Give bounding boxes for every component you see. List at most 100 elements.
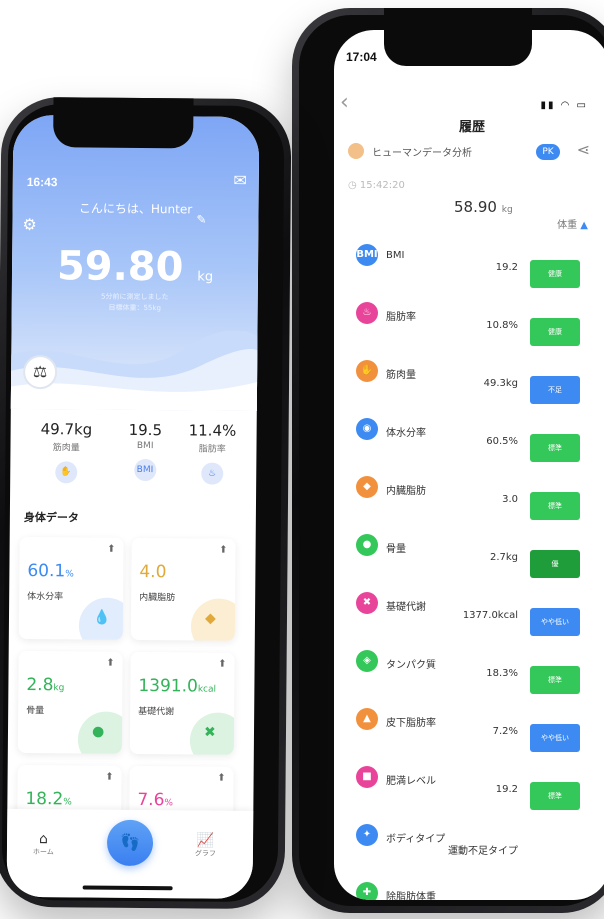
body-data-grid: ⬆ 60.1% 体水分率 💧 ⬆ 4.0 内臓脂肪 ◆ ⬆ 2.8kg 骨量 ● ⬆ 1391.0kcal…: [16, 536, 250, 869]
metric-row[interactable]: ✚除脂肪体重52.5kg: [334, 868, 604, 900]
card-label: 体水分率: [27, 591, 64, 603]
metric-row[interactable]: ✦ ボディタイプ 運動不足タイプ: [334, 810, 604, 868]
card-number: 1391.0: [138, 675, 198, 697]
metric-value: 運動不足タイプ: [448, 846, 518, 857]
nav-graph[interactable]: 📈 グラフ: [195, 832, 216, 858]
stat-value: 19.5: [128, 420, 163, 440]
card-icon: ✖: [203, 724, 216, 741]
measurement-meta: 5分前に測定しました 目標体重：55kg: [12, 291, 258, 315]
card-value: 60.1%: [27, 561, 74, 581]
phone-home: 16:43 ✉ ⚙ こんにちは、Hunter ✎ 59.80 kg 5分前に測定…: [0, 96, 292, 910]
fat-icon: ♨: [200, 462, 224, 485]
metric-name: 内臓脂肪: [386, 486, 426, 497]
card-unit: kcal: [197, 684, 217, 695]
metric-name: 体水分率: [386, 428, 426, 439]
status-badge: 標準: [530, 434, 580, 462]
status-badge: やや低い: [530, 608, 580, 636]
status-time: 17:04: [346, 50, 377, 64]
up-arrow-icon: ⬆: [106, 657, 115, 669]
metric-row[interactable]: ● 骨量 2.7kg 優: [334, 520, 604, 578]
footprint-icon: 👣: [119, 832, 141, 852]
up-arrow-icon: ⬆: [217, 772, 226, 784]
metric-icon: ●: [356, 534, 378, 556]
pk-button[interactable]: PK: [536, 144, 560, 160]
up-arrow-icon: ⬆: [107, 543, 116, 555]
metric-name: 筋肉量: [386, 370, 416, 381]
stat-value: 11.4%: [188, 421, 237, 440]
graph-icon: 📈: [196, 832, 215, 849]
edit-icon[interactable]: ✎: [196, 212, 206, 226]
page-title: 履歴: [458, 119, 485, 134]
metric-name: 骨量: [386, 544, 406, 555]
metric-row[interactable]: BMI BMI 19.2 健康: [334, 230, 604, 288]
weight-toggle[interactable]: 体重 ▲: [557, 216, 588, 231]
metric-row[interactable]: ◆ 内臓脂肪 3.0 標準: [334, 462, 604, 520]
metric-icon: ■: [356, 766, 378, 788]
muscle-icon: ✋: [54, 461, 78, 484]
metric-icon: ✚: [356, 882, 378, 900]
metric-name: ボディタイプ: [386, 834, 446, 845]
card-value: 7.6%: [137, 790, 173, 810]
metric-value: 10.8%: [486, 320, 518, 331]
section-title: 身体データ: [23, 511, 79, 525]
bottom-nav: ⌂ ホーム 👣 📈 グラフ: [6, 808, 254, 899]
metric-name: 基礎代謝: [386, 602, 426, 613]
metric-row[interactable]: ✖ 基礎代謝 1377.0kcal やや低い: [334, 578, 604, 636]
gear-icon[interactable]: ⚙: [22, 215, 37, 234]
card-number: 2.8: [26, 674, 54, 696]
metric-icon: ✋: [356, 360, 378, 382]
metric-card[interactable]: ⬆ 2.8kg 骨量 ●: [17, 650, 123, 754]
metric-icon: ◆: [356, 476, 378, 498]
metric-icon: ✦: [356, 824, 378, 846]
status-time: 16:43: [26, 174, 58, 190]
weight-unit: kg: [501, 205, 513, 215]
card-value: 18.2%: [25, 789, 72, 809]
status-badge: 標準: [530, 782, 580, 810]
metric-name: BMI: [386, 250, 405, 261]
metric-row[interactable]: ◈ タンパク質 18.3% 標準: [334, 636, 604, 694]
hero-header: 16:43 ✉ ⚙ こんにちは、Hunter ✎ 59.80 kg 5分前に測定…: [6, 114, 260, 412]
metric-value: 19.2: [495, 784, 518, 795]
metric-name: タンパク質: [386, 660, 436, 671]
stat-label: BMI: [136, 440, 154, 452]
metric-icon: BMI: [356, 244, 378, 266]
card-value: 2.8kg: [26, 675, 64, 695]
stat-fat[interactable]: 11.4% 脂肪率 ♨: [188, 421, 237, 485]
home-indicator: [82, 885, 173, 891]
share-icon[interactable]: ⋖: [577, 140, 590, 159]
metric-row[interactable]: ▲ 皮下脂肪率 7.2% やや低い: [334, 694, 604, 752]
status-badge: 優: [530, 550, 580, 578]
metric-value: 3.0: [502, 494, 518, 505]
nav-home-label: ホーム: [32, 848, 54, 857]
metric-card[interactable]: ⬆ 1391.0kcal 基礎代謝 ✖: [129, 651, 235, 755]
history-screen: 17:04 ‹ ▮▮ ◠ ▭ 履歴 ヒューマンデータ分析 PK ⋖ ◷ 15:4…: [334, 30, 604, 900]
back-button[interactable]: ‹: [340, 90, 349, 115]
analysis-title: ヒューマンデータ分析: [372, 148, 472, 159]
metric-row[interactable]: ✋ 筋肉量 49.3kg 不足: [334, 346, 604, 404]
metric-icon: ✖: [356, 592, 378, 614]
greeting: こんにちは、Hunter: [78, 201, 193, 217]
status-badge: 標準: [530, 666, 580, 694]
stat-bmi[interactable]: 19.5 BMI BMI: [128, 420, 163, 482]
metric-list: BMI BMI 19.2 健康 ♨ 脂肪率 10.8% 健康 ✋ 筋肉量 49.3kg 不足 ◉ 体水分率…: [334, 230, 604, 900]
metric-row[interactable]: ♨ 脂肪率 10.8% 健康: [334, 288, 604, 346]
metric-card[interactable]: ⬆ 4.0 内臓脂肪 ◆: [130, 537, 236, 641]
weight-unit: kg: [197, 269, 214, 285]
measure-button[interactable]: 👣: [106, 819, 154, 867]
metric-row[interactable]: ◉ 体水分率 60.5% 標準: [334, 404, 604, 462]
card-unit: %: [63, 797, 72, 808]
nav-home[interactable]: ⌂ ホーム: [33, 831, 54, 857]
card-number: 18.2: [25, 788, 64, 810]
metric-value: 60.5%: [486, 436, 518, 447]
metric-row[interactable]: ■ 肥満レベル 19.2 標準: [334, 752, 604, 810]
metric-card[interactable]: ⬆ 60.1% 体水分率 💧: [18, 536, 124, 640]
mail-icon[interactable]: ✉: [233, 171, 247, 190]
device-badge-icon[interactable]: ⚖: [22, 354, 58, 390]
stat-muscle[interactable]: 49.7kg 筋肉量 ✋: [40, 420, 92, 484]
metric-icon: ◈: [356, 650, 378, 672]
card-unit: %: [65, 569, 74, 580]
metric-value: 18.3%: [486, 668, 518, 679]
status-badge: 不足: [530, 376, 580, 404]
card-icon: ●: [91, 723, 105, 740]
card-icon: 💧: [92, 609, 111, 626]
